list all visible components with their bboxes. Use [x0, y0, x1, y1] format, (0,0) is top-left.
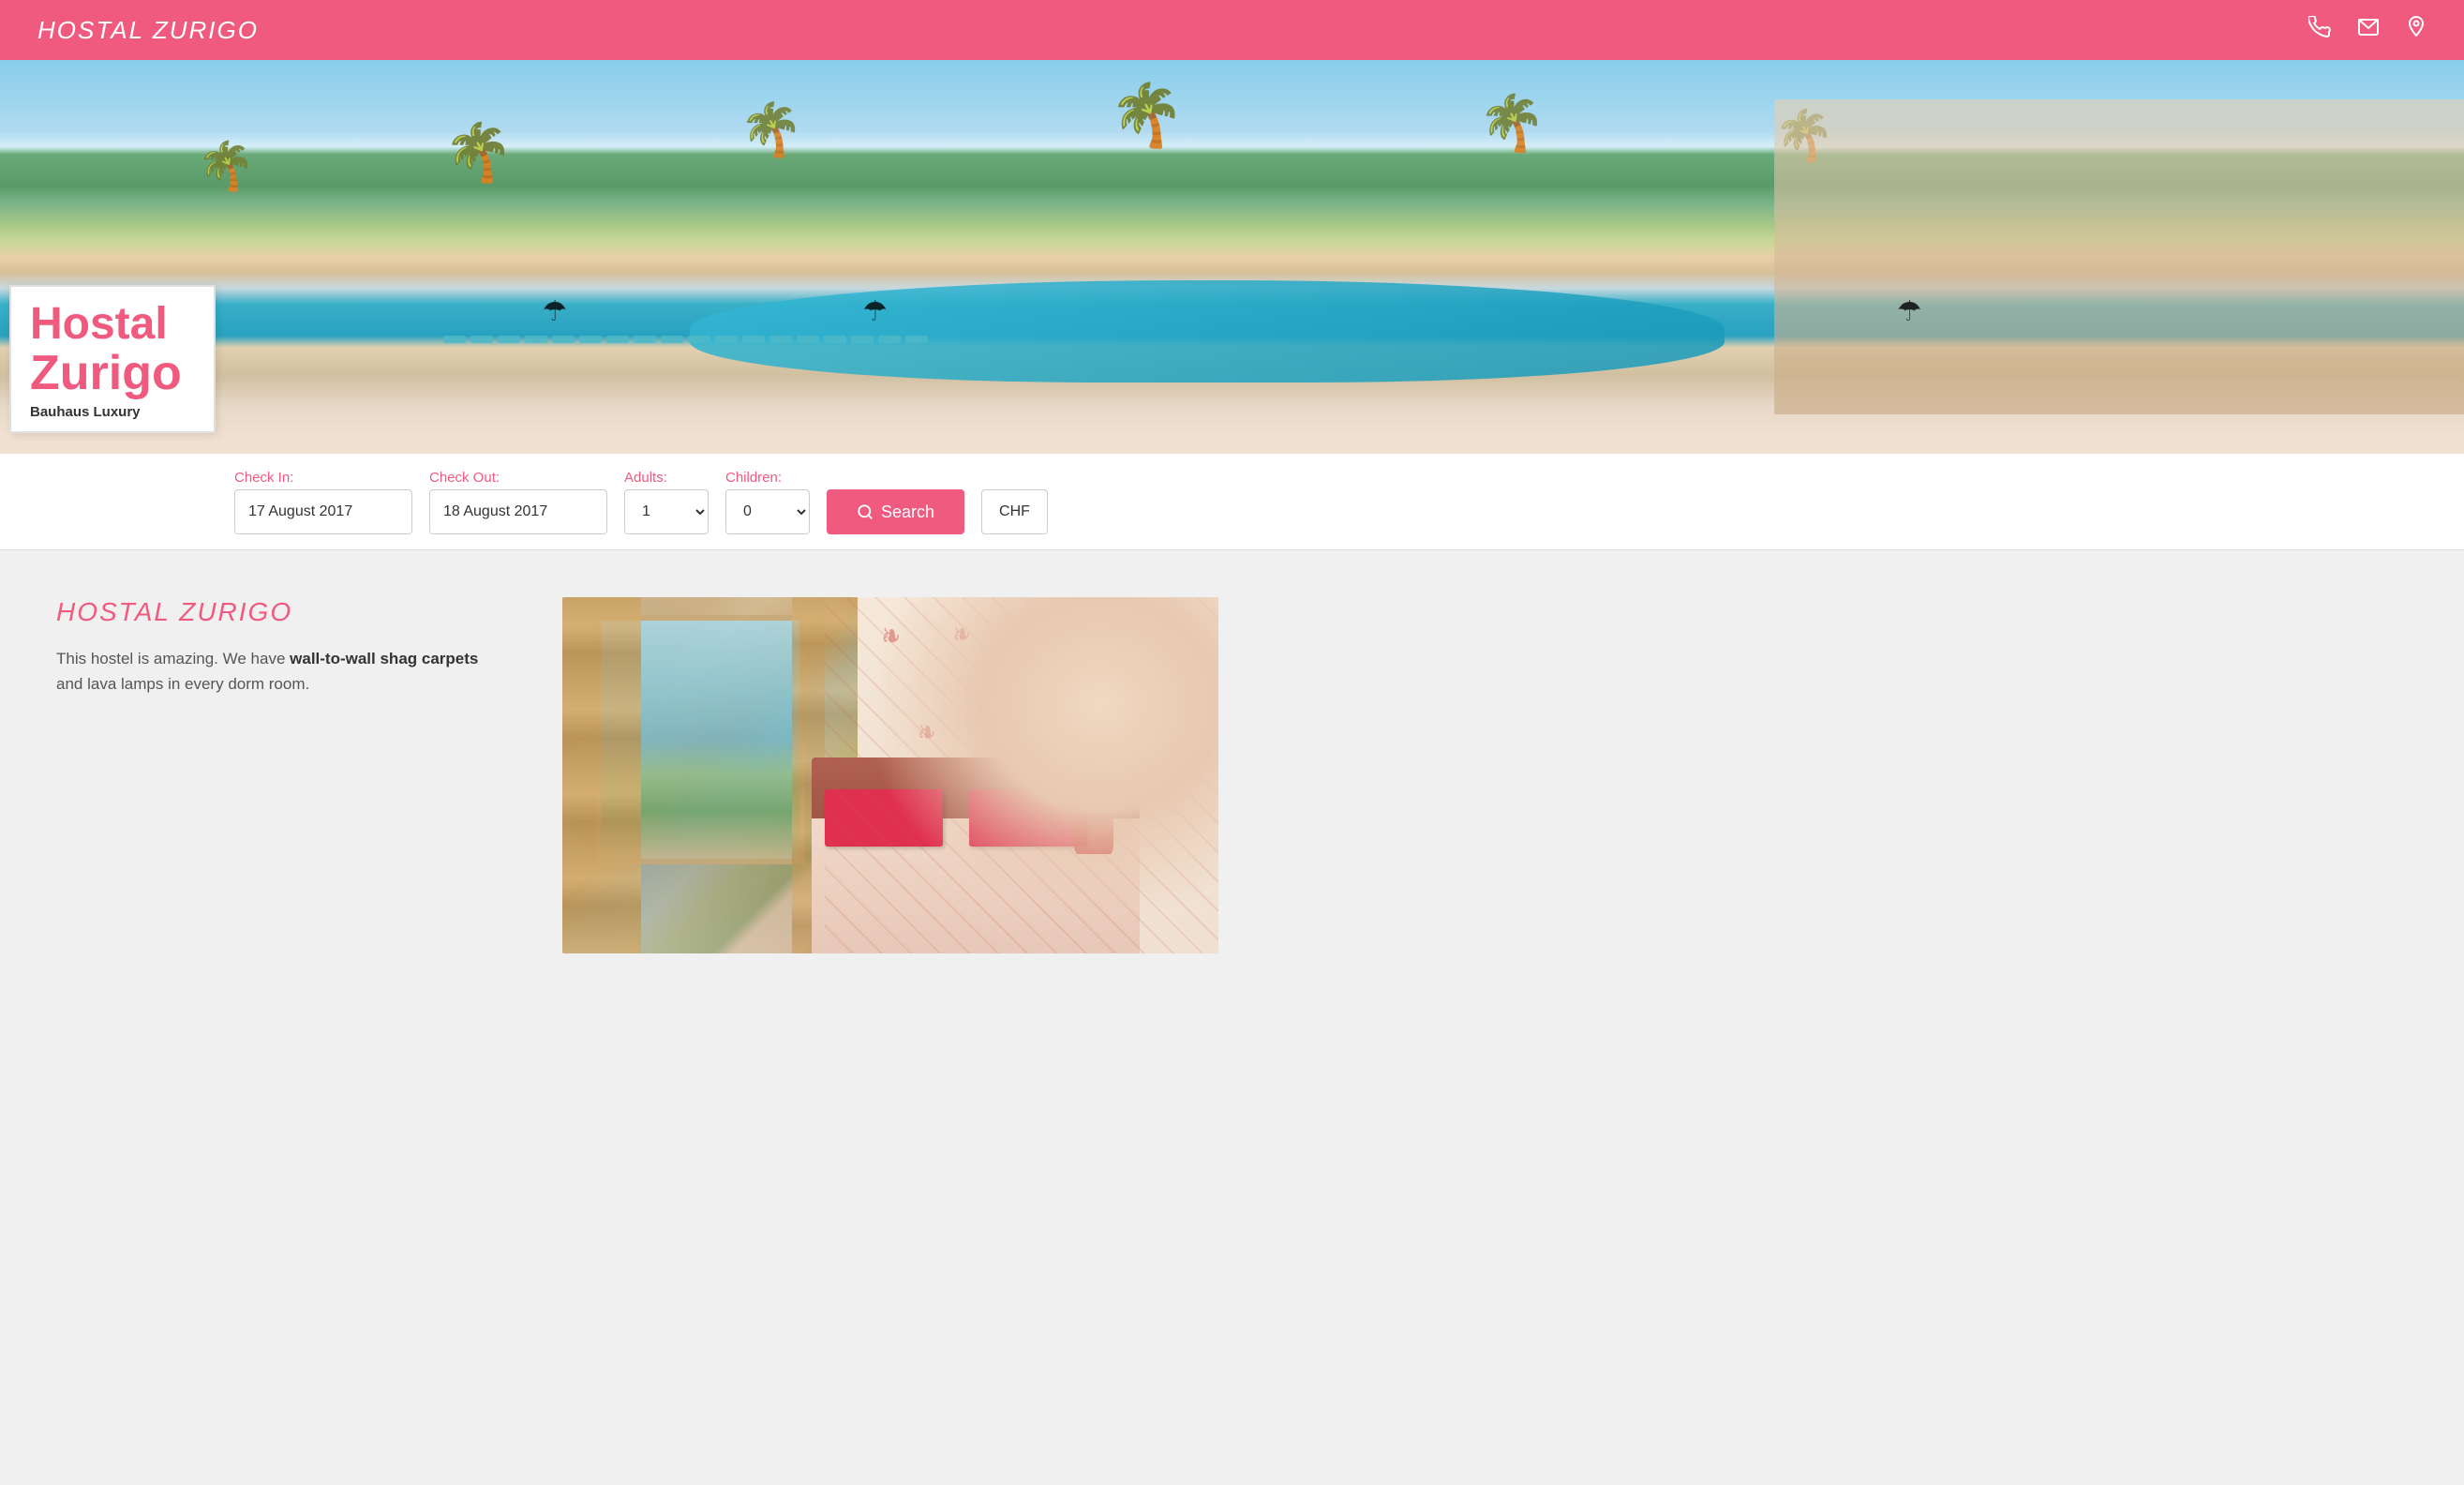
- header-icons: [2308, 15, 2427, 45]
- currency-button[interactable]: CHF: [981, 489, 1048, 534]
- palm-tree-4: 🌴: [1109, 80, 1185, 151]
- content-left: HOSTAL ZURIGO This hostel is amazing. We…: [56, 597, 506, 697]
- booking-bar: Check In: Check Out: Adults: 1 2 3 4 Chi…: [0, 454, 2464, 550]
- search-label: Search: [881, 502, 934, 522]
- lounger: [769, 336, 792, 343]
- umbrella-2: ☂: [862, 295, 888, 328]
- adults-label: Adults:: [624, 470, 709, 486]
- content-right: ❧ ❧ ❧ ❧ ❧ ❧ ❧: [562, 597, 1218, 953]
- lounger: [797, 336, 819, 343]
- checkout-label: Check Out:: [429, 470, 607, 486]
- palm-tree-1: 🌴: [197, 139, 255, 194]
- adults-select[interactable]: 1 2 3 4: [624, 489, 709, 534]
- palm-tree-2: 🌴: [443, 119, 514, 186]
- wallpaper-pattern-3: ❧: [1044, 615, 1063, 658]
- curtain-left: [562, 597, 641, 953]
- umbrella-3: ☂: [1897, 295, 1922, 328]
- wallpaper-pattern-7: ❧: [1087, 712, 1104, 751]
- checkin-input[interactable]: [234, 489, 412, 534]
- logo-subtitle: Bauhaus Luxury: [30, 404, 195, 420]
- lounger: [824, 336, 846, 343]
- logo-zurigo: Zurigo: [30, 347, 195, 400]
- pillow-left: [825, 789, 943, 847]
- site-title: HOSTAL ZURIGO: [37, 16, 259, 45]
- lounger: [579, 336, 602, 343]
- curtain-right: [792, 597, 858, 953]
- palm-tree-5: 🌴: [1478, 92, 1546, 156]
- pillow-right: [969, 789, 1087, 847]
- bed-linen: [812, 818, 1140, 953]
- checkin-label: Check In:: [234, 470, 412, 486]
- content-text-bold: wall-to-wall shag carpets: [290, 650, 478, 668]
- lounger: [851, 336, 874, 343]
- lounger: [634, 336, 656, 343]
- umbrella-1: ☂: [542, 295, 567, 328]
- checkout-input[interactable]: [429, 489, 607, 534]
- wallpaper-pattern-6: ❧: [1001, 712, 1020, 755]
- lounger: [443, 336, 466, 343]
- wallpaper-pattern-5: ❧: [918, 712, 935, 754]
- wallpaper-pattern-4: ❧: [1123, 615, 1140, 654]
- lounger: [905, 336, 928, 343]
- lounger: [878, 336, 901, 343]
- children-select[interactable]: 0 1 2 3: [725, 489, 810, 534]
- email-icon[interactable]: [2357, 16, 2380, 44]
- children-label: Children:: [725, 470, 810, 486]
- palm-tree-3: 🌴: [739, 99, 803, 160]
- content-description: This hostel is amazing. We have wall-to-…: [56, 646, 506, 697]
- bed-headboard: [812, 758, 1140, 953]
- checkout-field: Check Out:: [429, 470, 607, 534]
- hero-section: 🌴 🌴 🌴 🌴 🌴 🌴 ☂ ☂ ☂ Hostal Zurigo Bauhaus …: [0, 60, 2464, 454]
- search-button[interactable]: Search: [827, 489, 964, 534]
- children-field: Children: 0 1 2 3: [725, 470, 810, 534]
- lounger: [525, 336, 547, 343]
- content-title: HOSTAL ZURIGO: [56, 597, 506, 627]
- logo-card: Hostal Zurigo Bauhaus Luxury: [9, 285, 216, 433]
- wallpaper-pattern-1: ❧: [882, 615, 901, 658]
- adults-field: Adults: 1 2 3 4: [624, 470, 709, 534]
- room-image: ❧ ❧ ❧ ❧ ❧ ❧ ❧: [562, 597, 1218, 953]
- lounger: [498, 336, 520, 343]
- lounger: [552, 336, 575, 343]
- checkin-field: Check In:: [234, 470, 412, 534]
- phone-icon[interactable]: [2308, 16, 2331, 44]
- content-section: HOSTAL ZURIGO This hostel is amazing. We…: [0, 550, 2464, 1000]
- wallpaper-area: ❧ ❧ ❧ ❧ ❧ ❧ ❧: [858, 597, 1218, 953]
- location-icon[interactable]: [2406, 15, 2427, 45]
- content-text-part2: and lava lamps in every dorm room.: [56, 675, 309, 693]
- wallpaper-pattern-2: ❧: [953, 615, 970, 654]
- search-icon: [857, 503, 874, 520]
- logo-hostal: Hostal: [30, 302, 195, 347]
- lounger: [661, 336, 683, 343]
- lamp: [1074, 765, 1113, 854]
- lounger: [742, 336, 765, 343]
- pool: [690, 280, 1725, 382]
- content-text-part1: This hostel is amazing. We have: [56, 650, 290, 668]
- site-header: HOSTAL ZURIGO: [0, 0, 2464, 60]
- lounger: [715, 336, 738, 343]
- lounger: [688, 336, 710, 343]
- building-right: [1774, 99, 2464, 414]
- lounger: [470, 336, 493, 343]
- lounger: [606, 336, 629, 343]
